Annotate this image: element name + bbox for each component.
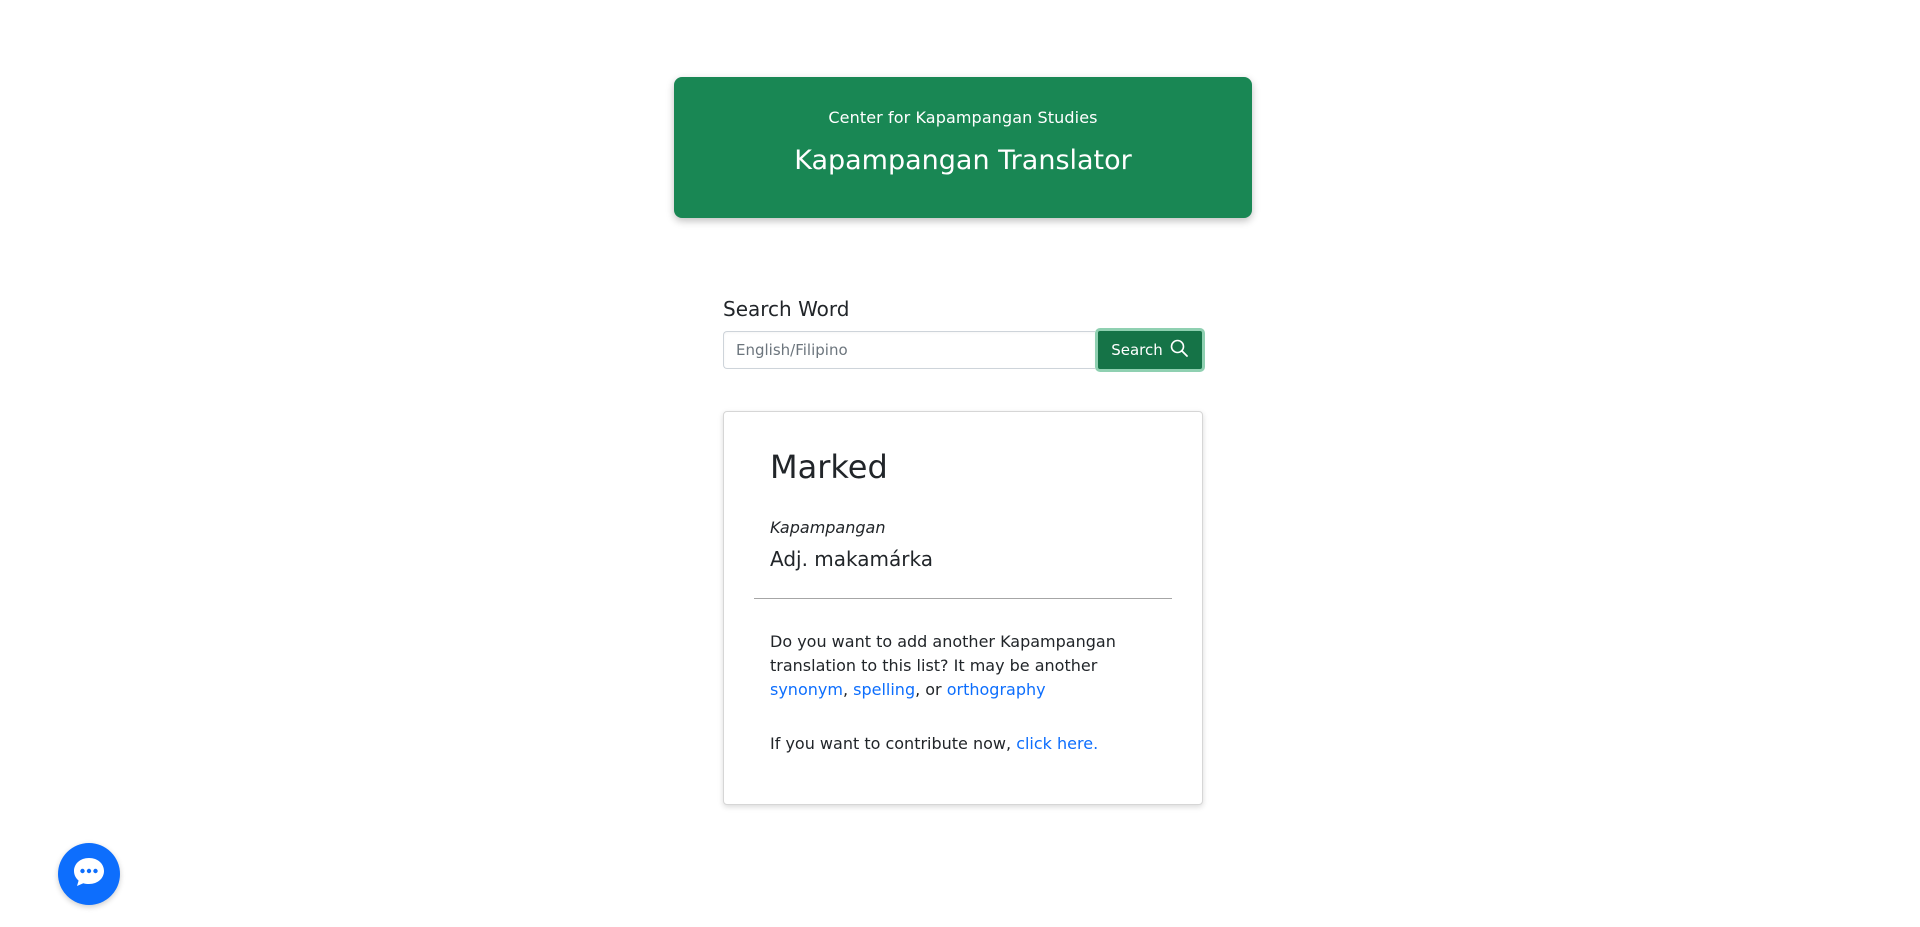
result-translation: Adj. makamárka bbox=[770, 547, 933, 571]
prompt-text: Do you want to add another Kapampangan t… bbox=[770, 632, 1116, 675]
divider bbox=[754, 598, 1172, 599]
separator-comma: , bbox=[842, 680, 849, 699]
spelling-link[interactable]: spelling bbox=[853, 680, 915, 699]
contribution-prompt: Do you want to add another Kapampangan t… bbox=[770, 630, 1170, 702]
page-title: Kapampangan Translator bbox=[794, 145, 1132, 176]
header-banner: Center for Kapampangan Studies Kapampang… bbox=[674, 77, 1252, 218]
synonym-link[interactable]: synonym bbox=[770, 680, 843, 699]
search-form: Search bbox=[723, 328, 1205, 372]
search-button-label: Search bbox=[1111, 341, 1163, 359]
page: Center for Kapampangan Studies Kapampang… bbox=[0, 0, 1920, 927]
search-input[interactable] bbox=[723, 331, 1095, 369]
contribute-text: If you want to contribute now, bbox=[770, 734, 1012, 753]
result-card: Marked Kapampangan Adj. makamárka Do you… bbox=[723, 411, 1203, 805]
result-language: Kapampangan bbox=[770, 518, 886, 537]
contribute-line: If you want to contribute now, click her… bbox=[770, 734, 1098, 753]
search-icon bbox=[1169, 338, 1189, 362]
search-button[interactable]: Search bbox=[1095, 328, 1205, 372]
organization-name: Center for Kapampangan Studies bbox=[828, 108, 1098, 127]
chat-button[interactable] bbox=[58, 843, 120, 905]
contribute-link[interactable]: click here. bbox=[1016, 734, 1098, 753]
chat-bubble-icon bbox=[69, 852, 109, 896]
orthography-link[interactable]: orthography bbox=[947, 680, 1046, 699]
search-label: Search Word bbox=[723, 297, 850, 321]
result-word: Marked bbox=[770, 448, 888, 486]
separator-or: , or bbox=[915, 680, 942, 699]
